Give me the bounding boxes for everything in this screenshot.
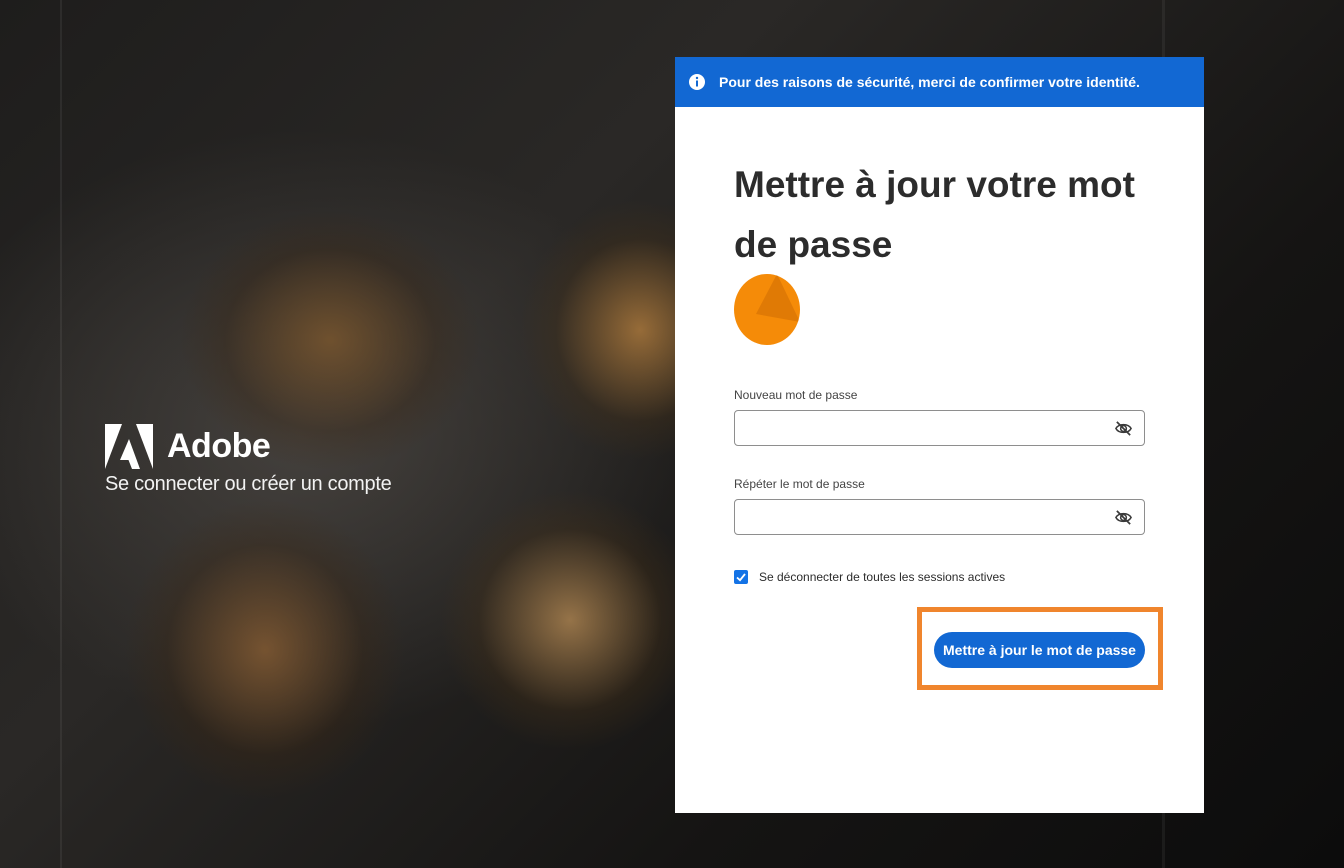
signout-all-row[interactable]: Se déconnecter de toutes les sessions ac… (734, 570, 1005, 584)
new-password-label: Nouveau mot de passe (734, 388, 858, 402)
adobe-logo-icon (105, 424, 153, 469)
brand-name: Adobe (167, 427, 271, 465)
update-password-button[interactable]: Mettre à jour le mot de passe (934, 632, 1145, 668)
new-password-input[interactable] (735, 411, 1115, 445)
password-update-card: Pour des raisons de sécurité, merci de c… (675, 57, 1204, 813)
brand-block: Adobe Se connecter ou créer un compte (105, 424, 392, 496)
repeat-password-label: Répéter le mot de passe (734, 477, 865, 491)
brand-tagline: Se connecter ou créer un compte (105, 473, 392, 495)
avatar (734, 274, 800, 345)
new-password-field (734, 410, 1145, 446)
eye-off-icon[interactable] (1114, 419, 1133, 438)
signout-all-label: Se déconnecter de toutes les sessions ac… (759, 570, 1006, 584)
avatar-shape-icon (756, 274, 800, 322)
info-icon (689, 74, 705, 90)
checkmark-icon (736, 573, 746, 582)
security-banner: Pour des raisons de sécurité, merci de c… (675, 57, 1204, 107)
repeat-password-input[interactable] (735, 500, 1115, 534)
brand-row: Adobe (105, 424, 391, 469)
page-title: Mettre à jour votre mot de passe (734, 164, 1135, 265)
eye-off-icon[interactable] (1114, 508, 1133, 527)
signout-all-checkbox[interactable] (734, 570, 748, 584)
security-banner-text: Pour des raisons de sécurité, merci de c… (719, 74, 1140, 90)
repeat-password-field (734, 499, 1145, 535)
